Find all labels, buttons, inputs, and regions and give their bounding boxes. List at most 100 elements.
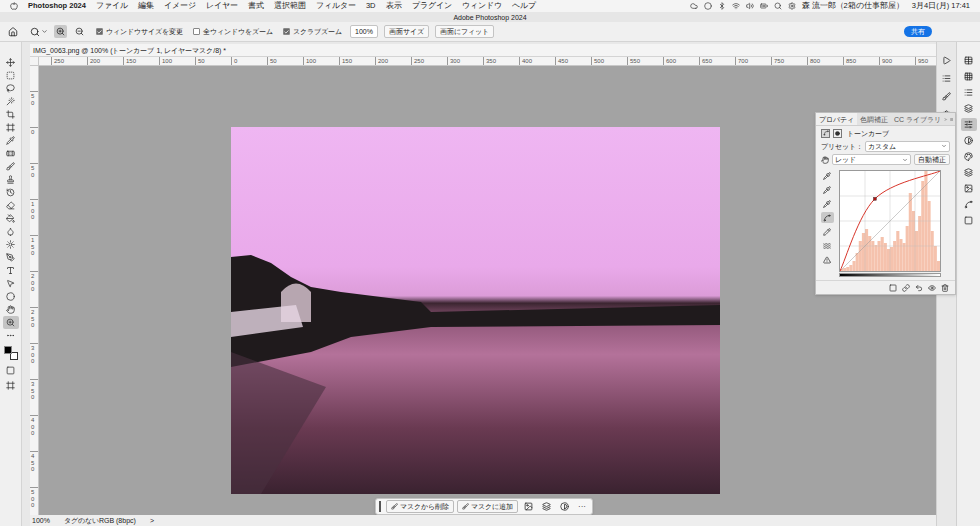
status-menu-icon[interactable] — [732, 2, 740, 10]
reset-icon[interactable] — [915, 284, 923, 292]
more-button[interactable]: ··· — [575, 503, 589, 511]
curve-tool-button[interactable] — [821, 254, 834, 265]
tool-button[interactable] — [3, 108, 19, 121]
status-arrow[interactable]: > — [150, 517, 154, 524]
dock-button[interactable] — [961, 102, 977, 115]
tool-button[interactable] — [3, 212, 19, 225]
tool-button[interactable] — [3, 238, 19, 251]
target-adjust-icon[interactable] — [821, 156, 829, 164]
auto-button[interactable]: 自動補正 — [914, 154, 950, 165]
status-menu-icon[interactable] — [746, 2, 754, 10]
tool-button[interactable] — [3, 147, 19, 160]
menu-item[interactable]: 3D — [366, 2, 376, 10]
curve-graph[interactable] — [839, 170, 941, 272]
panel-tab[interactable]: プロパティ — [816, 113, 857, 125]
taskbar-button[interactable]: マスクに追加 — [457, 500, 518, 513]
tool-button[interactable] — [3, 95, 19, 108]
menu-item[interactable]: 編集 — [138, 2, 154, 10]
menu-item[interactable]: 書式 — [248, 2, 264, 10]
menu-item[interactable]: プラグイン — [412, 2, 452, 10]
dock-button[interactable] — [961, 198, 977, 211]
tool-button[interactable] — [3, 277, 19, 290]
tool-button[interactable] — [3, 251, 19, 264]
tool-button[interactable] — [3, 199, 19, 212]
quick-mask-icon[interactable] — [6, 366, 15, 375]
mask-icon[interactable] — [524, 502, 533, 511]
tool-button[interactable] — [3, 290, 19, 303]
dock-button[interactable] — [940, 90, 954, 103]
preset-select[interactable]: カスタム — [865, 141, 950, 152]
zoom-field[interactable]: 100% — [350, 25, 378, 38]
apple-icon[interactable] — [10, 2, 18, 10]
status-menu-icon[interactable] — [704, 2, 712, 10]
tool-button[interactable] — [3, 82, 19, 95]
zoom-mode-button[interactable] — [54, 25, 67, 38]
tool-button[interactable] — [3, 329, 19, 342]
app-menu[interactable]: Photoshop 2024 — [28, 2, 86, 10]
dock-button[interactable] — [961, 182, 977, 195]
channel-select[interactable]: レッド — [832, 154, 911, 165]
curve-line[interactable] — [840, 171, 940, 271]
menu-item[interactable]: ファイル — [96, 2, 128, 10]
clip-icon[interactable] — [889, 284, 897, 292]
home-icon[interactable] — [8, 27, 18, 37]
dock-button[interactable] — [940, 72, 954, 85]
tool-button[interactable] — [3, 160, 19, 173]
user-name[interactable]: 森 流一郎（2箱の仕事部屋） — [802, 2, 904, 10]
option-checkbox[interactable]: ウィンドウサイズを変更 — [96, 28, 183, 35]
curve-tool-button[interactable] — [821, 212, 834, 223]
taskbar-button[interactable]: マスクから削除 — [386, 500, 454, 513]
document-tab[interactable]: IMG_0063.png @ 100% (トーンカーブ 1, レイヤーマスク/8… — [30, 44, 936, 57]
dock-button[interactable] — [961, 70, 977, 83]
visibility-icon[interactable] — [928, 284, 936, 292]
screen-mode-icon[interactable] — [6, 381, 15, 390]
menu-item[interactable]: ウィンドウ — [462, 2, 502, 10]
dock-button[interactable] — [940, 54, 954, 67]
curve-tool-button[interactable] — [821, 226, 834, 237]
collapse-icon[interactable] — [944, 116, 947, 123]
zoom-mode-button[interactable] — [73, 25, 86, 38]
curve-tool-button[interactable] — [821, 198, 834, 209]
curve-tool-button[interactable] — [821, 184, 834, 195]
menu-item[interactable]: レイヤー — [206, 2, 238, 10]
photo[interactable] — [231, 127, 720, 494]
invert-icon[interactable] — [560, 502, 569, 511]
panel-tab[interactable]: 色調補正 — [857, 113, 891, 125]
dock-button[interactable] — [961, 150, 977, 163]
tool-button[interactable] — [3, 316, 19, 329]
curve-point[interactable] — [873, 197, 876, 200]
status-zoom[interactable]: 100% — [32, 517, 50, 524]
status-menu-icon[interactable] — [774, 2, 782, 10]
panel-tab[interactable]: CC ライブラリ — [891, 113, 944, 125]
checkbox-box[interactable] — [96, 28, 103, 35]
link-icon[interactable] — [902, 284, 910, 292]
layers-icon[interactable] — [542, 502, 551, 511]
dock-button[interactable] — [961, 166, 977, 179]
option-button[interactable]: 画面サイズ — [384, 25, 429, 38]
dock-button[interactable] — [961, 118, 977, 131]
option-button[interactable]: 画面にフィット — [435, 25, 494, 38]
curves-layer-button[interactable] — [821, 129, 830, 138]
menu-item[interactable]: イメージ — [164, 2, 196, 10]
foreground-color[interactable] — [4, 346, 12, 354]
menu-item[interactable]: 表示 — [386, 2, 402, 10]
option-checkbox[interactable]: 全ウィンドウをズーム — [193, 28, 273, 35]
dock-button[interactable] — [961, 54, 977, 67]
dock-button[interactable] — [961, 86, 977, 99]
tool-button[interactable] — [3, 121, 19, 134]
tool-button[interactable] — [3, 69, 19, 82]
tool-button[interactable] — [3, 134, 19, 147]
status-menu-icon[interactable] — [760, 2, 768, 10]
status-menu-icon[interactable] — [788, 2, 796, 10]
curve-tool-button[interactable] — [821, 240, 834, 251]
dock-button[interactable] — [961, 134, 977, 147]
trash-icon[interactable] — [941, 284, 949, 292]
clock[interactable]: 3月4日(月) 17:41 — [912, 2, 970, 10]
tool-button[interactable] — [3, 173, 19, 186]
option-checkbox[interactable]: スクラブズーム — [283, 28, 342, 35]
tool-button[interactable] — [3, 264, 19, 277]
status-menu-icon[interactable] — [718, 2, 726, 10]
status-menu-icon[interactable] — [690, 2, 698, 10]
curve-tool-button[interactable] — [821, 170, 834, 181]
checkbox-box[interactable] — [193, 28, 200, 35]
